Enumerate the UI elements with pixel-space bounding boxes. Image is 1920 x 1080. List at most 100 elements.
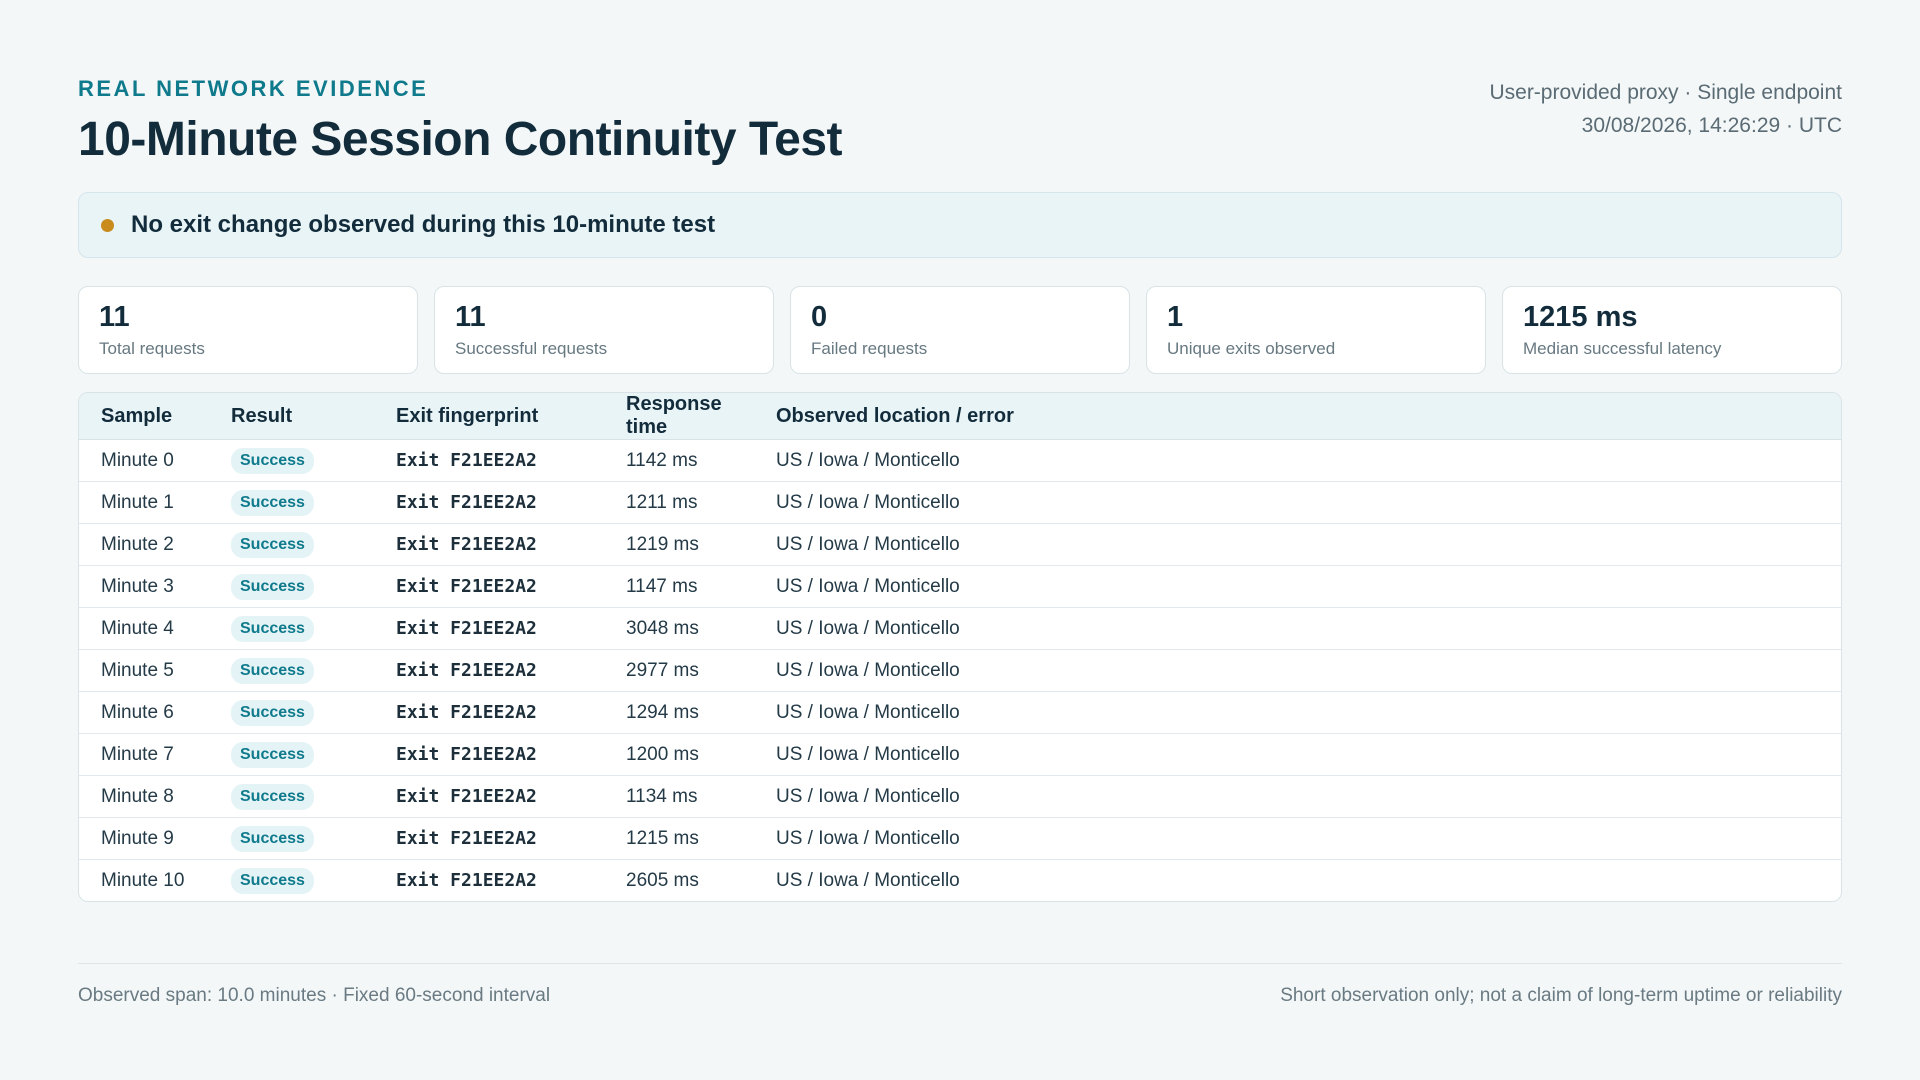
cell-result: Success bbox=[209, 649, 374, 692]
cell-exit-fingerprint: Exit F21EE2A2 bbox=[374, 649, 604, 692]
table-row: Minute 2 Success Exit F21EE2A2 1219 ms US / … bbox=[79, 523, 1841, 566]
stats-row: 11 Total requests 11 Successful requests… bbox=[78, 286, 1842, 374]
footer-disclaimer: Short observation only; not a claim of l… bbox=[1280, 985, 1842, 1006]
cell-exit-fingerprint: Exit F21EE2A2 bbox=[374, 733, 604, 776]
cell-location: US / Iowa / Monticello bbox=[776, 869, 960, 891]
cell-result: Success bbox=[209, 733, 374, 776]
samples-table: Sample Result Exit fingerprint Response … bbox=[79, 393, 1841, 901]
stat-label: Median successful latency bbox=[1523, 339, 1722, 358]
cell-sample: Minute 6 bbox=[79, 691, 209, 734]
stat-value: 0 bbox=[811, 301, 828, 333]
stat-value: 11 bbox=[455, 301, 486, 333]
status-badge: Success bbox=[231, 699, 314, 726]
cell-response-time: 1147 ms bbox=[604, 565, 754, 608]
cell-result: Success bbox=[209, 481, 374, 524]
cell-response-time: 2605 ms bbox=[626, 869, 699, 891]
cell-sample: Minute 10 bbox=[101, 869, 185, 891]
stat-label: Successful requests bbox=[455, 339, 608, 358]
status-badge: Success bbox=[231, 783, 314, 810]
cell-location: US / Iowa / Monticello bbox=[754, 607, 1841, 650]
cell-exit-fingerprint: Exit F21EE2A2 bbox=[374, 817, 604, 860]
status-badge: Success bbox=[231, 657, 314, 684]
report-meta: User-provided proxy · Single endpoint 30… bbox=[1489, 76, 1842, 142]
column-header-response-time: Response time bbox=[604, 393, 754, 440]
cell-location: US / Iowa / Monticello bbox=[754, 523, 1841, 566]
cell-result: Success bbox=[209, 607, 374, 650]
cell-response-time: 1219 ms bbox=[604, 523, 754, 566]
cell-sample: Minute 3 bbox=[79, 565, 209, 608]
status-badge: Success bbox=[231, 615, 314, 642]
stat-label: Failed requests bbox=[811, 339, 928, 358]
table-header-row: Sample Result Exit fingerprint Response … bbox=[79, 393, 1841, 440]
table-row: Minute 5 Success Exit F21EE2A2 2977 ms US / … bbox=[79, 649, 1841, 692]
cell-location: US / Iowa / Monticello bbox=[754, 691, 1841, 734]
cell-exit-fingerprint: Exit F21EE2A2 bbox=[374, 523, 604, 566]
cell-response-time: 1294 ms bbox=[604, 691, 754, 734]
footer-divider bbox=[78, 963, 1842, 964]
cell-sample: Minute 5 bbox=[79, 649, 209, 692]
cell-location: US / Iowa / Monticello bbox=[754, 649, 1841, 692]
status-badge: Success bbox=[231, 741, 314, 768]
stat-label: Total requests bbox=[99, 339, 205, 358]
cell-exit-fingerprint: Exit F21EE2A2 bbox=[396, 870, 537, 891]
samples-table-container: Sample Result Exit fingerprint Response … bbox=[78, 392, 1842, 902]
report-header: REAL NETWORK EVIDENCE 10-Minute Session … bbox=[78, 0, 1842, 190]
cell-response-time: 3048 ms bbox=[604, 607, 754, 650]
cell-exit-fingerprint: Exit F21EE2A2 bbox=[374, 565, 604, 608]
report-timestamp: 30/08/2026, 14:26:29 · UTC bbox=[1581, 114, 1842, 137]
status-badge: Success bbox=[231, 447, 314, 474]
cell-response-time: 1142 ms bbox=[604, 439, 754, 482]
column-header-exit-fingerprint: Exit fingerprint bbox=[374, 393, 604, 440]
footer-observed-span: Observed span: 10.0 minutes · Fixed 60-s… bbox=[78, 985, 551, 1006]
stat-card-failed-requests: 0 Failed requests bbox=[790, 286, 1130, 374]
stat-card-total-requests: 11 Total requests bbox=[78, 286, 418, 374]
column-header-sample: Sample bbox=[79, 393, 209, 440]
cell-location: US / Iowa / Monticello bbox=[754, 481, 1841, 524]
table-row: Minute 10 Success Exit F21EE2A2 2605 ms US /… bbox=[79, 860, 1841, 902]
cell-result: Success bbox=[209, 775, 374, 818]
cell-location: US / Iowa / Monticello bbox=[754, 439, 1841, 482]
cell-exit-fingerprint: Exit F21EE2A2 bbox=[374, 775, 604, 818]
cell-result: Success bbox=[209, 523, 374, 566]
status-badge: Success bbox=[231, 531, 314, 558]
cell-response-time: 1134 ms bbox=[604, 775, 754, 818]
stat-card-successful-requests: 11 Successful requests bbox=[434, 286, 774, 374]
cell-sample: Minute 2 bbox=[79, 523, 209, 566]
cell-result: Success bbox=[209, 691, 374, 734]
cell-location: US / Iowa / Monticello bbox=[754, 817, 1841, 860]
cell-exit-fingerprint: Exit F21EE2A2 bbox=[374, 439, 604, 482]
table-row: Minute 6 Success Exit F21EE2A2 1294 ms US / … bbox=[79, 691, 1841, 734]
cell-sample: Minute 4 bbox=[79, 607, 209, 650]
cell-result: Success bbox=[209, 817, 374, 860]
cell-response-time: 1215 ms bbox=[604, 817, 754, 860]
column-header-result: Result bbox=[209, 393, 374, 440]
page-title: 10-Minute Session Continuity Test bbox=[78, 113, 843, 166]
cell-sample: Minute 1 bbox=[79, 481, 209, 524]
cell-sample: Minute 7 bbox=[79, 733, 209, 776]
table-row: Minute 1 Success Exit F21EE2A2 1211 ms US / … bbox=[79, 481, 1841, 524]
column-header-location: Observed location / error bbox=[754, 393, 1841, 440]
cell-exit-fingerprint: Exit F21EE2A2 bbox=[374, 481, 604, 524]
table-row: Minute 3 Success Exit F21EE2A2 1147 ms US / … bbox=[79, 565, 1841, 608]
status-badge: Success bbox=[231, 573, 314, 600]
cell-sample: Minute 9 bbox=[79, 817, 209, 860]
stat-card-median-latency: 1215 ms Median successful latency bbox=[1502, 286, 1842, 374]
stat-value: 1215 ms bbox=[1523, 301, 1638, 333]
cell-response-time: 1211 ms bbox=[604, 481, 754, 524]
stat-value: 1 bbox=[1167, 301, 1184, 333]
cell-location: US / Iowa / Monticello bbox=[754, 733, 1841, 776]
status-badge: Success bbox=[231, 867, 314, 894]
status-badge: Success bbox=[231, 825, 314, 852]
table-row: Minute 7 Success Exit F21EE2A2 1200 ms US / … bbox=[79, 733, 1841, 776]
status-dot-icon bbox=[101, 218, 114, 232]
cell-result: Success bbox=[209, 565, 374, 608]
table-row: Minute 9 Success Exit F21EE2A2 1215 ms US / … bbox=[79, 817, 1841, 860]
cell-response-time: 1200 ms bbox=[604, 733, 754, 776]
table-row: Minute 0 Success Exit F21EE2A2 1142 ms US / … bbox=[79, 439, 1841, 482]
cell-exit-fingerprint: Exit F21EE2A2 bbox=[374, 691, 604, 734]
table-row: Minute 4 Success Exit F21EE2A2 3048 ms US / … bbox=[79, 607, 1841, 650]
stat-card-unique-exits: 1 Unique exits observed bbox=[1146, 286, 1486, 374]
status-banner: No exit change observed during this 10-m… bbox=[78, 192, 1842, 258]
cell-location: US / Iowa / Monticello bbox=[754, 565, 1841, 608]
cell-location: US / Iowa / Monticello bbox=[754, 775, 1841, 818]
